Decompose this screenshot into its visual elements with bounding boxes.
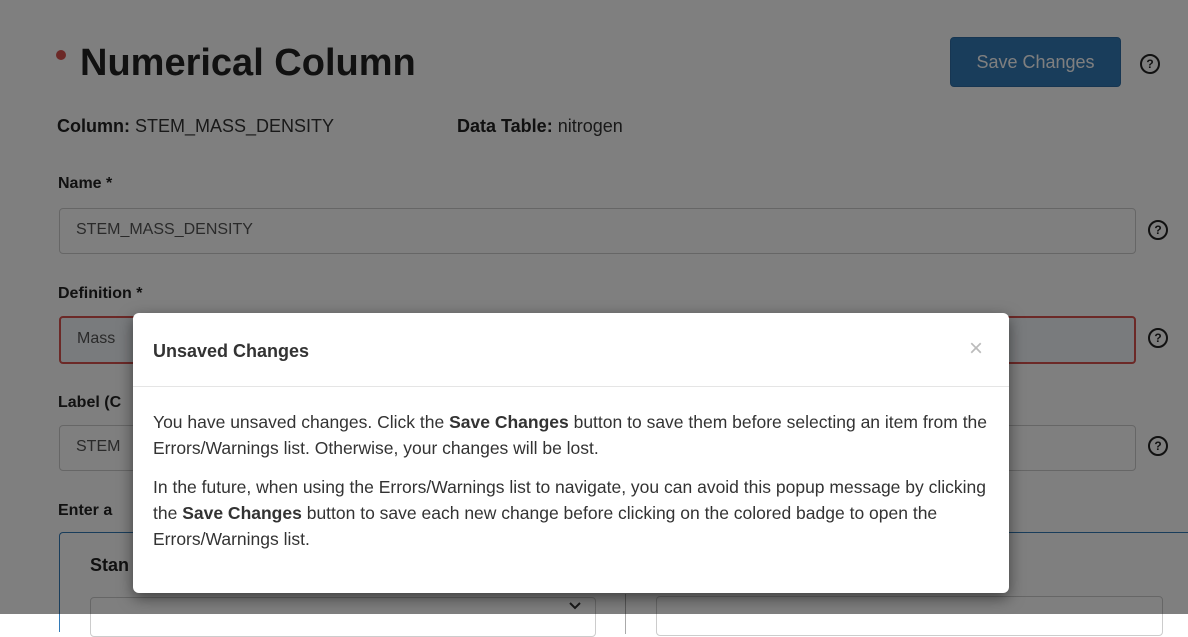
modal-paragraph-1: You have unsaved changes. Click the Save… [153, 409, 991, 461]
modal-paragraph-2: In the future, when using the Errors/War… [153, 474, 991, 552]
modal-p1-text: You have unsaved changes. Click the [153, 412, 450, 432]
close-icon[interactable]: × [969, 337, 983, 361]
modal-p1-bold: Save Changes [449, 412, 569, 432]
modal-title: Unsaved Changes [153, 341, 310, 361]
modal-body: You have unsaved changes. Click the Save… [153, 409, 991, 565]
modal-header: Unsaved Changes × [133, 313, 1009, 387]
unsaved-changes-modal: Unsaved Changes × You have unsaved chang… [133, 313, 1009, 593]
modal-p2-bold: Save Changes [182, 503, 302, 523]
